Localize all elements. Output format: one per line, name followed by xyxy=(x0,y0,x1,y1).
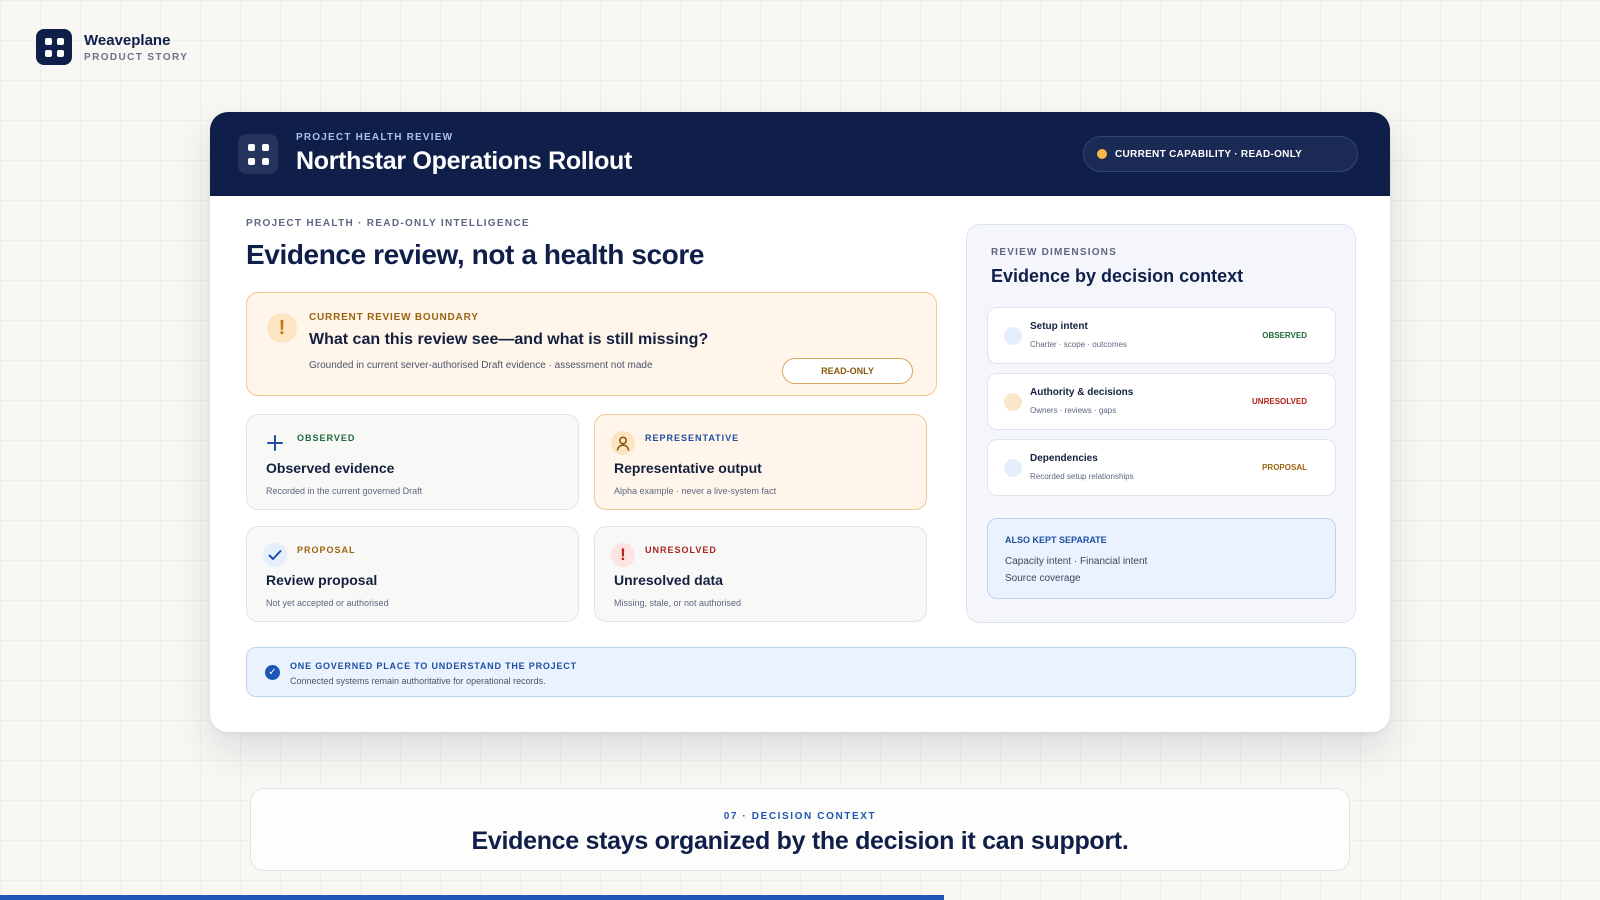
boundary-subtitle: Grounded in current server-authorised Dr… xyxy=(309,360,653,371)
capability-pill-label: CURRENT CAPABILITY · READ-ONLY xyxy=(1115,148,1303,160)
plus-icon xyxy=(263,431,287,455)
panel-eyebrow: REVIEW DIMENSIONS xyxy=(991,247,1117,258)
review-dimensions-panel: REVIEW DIMENSIONS Evidence by decision c… xyxy=(966,224,1356,623)
boundary-eyebrow: CURRENT REVIEW BOUNDARY xyxy=(309,312,479,323)
dimension-subtitle: Recorded setup relationships xyxy=(1030,472,1134,481)
check-circle-icon: ✓ xyxy=(265,665,280,680)
kept-separate-title: ALSO KEPT SEPARATE xyxy=(1005,535,1107,545)
tile-title: Review proposal xyxy=(266,572,378,588)
dimension-item-dependencies[interactable]: Dependencies Recorded setup relationship… xyxy=(987,439,1336,496)
tile-title: Representative output xyxy=(614,460,762,476)
governed-subtitle: Connected systems remain authoritative f… xyxy=(290,676,546,686)
governed-title: ONE GOVERNED PLACE TO UNDERSTAND THE PRO… xyxy=(290,661,577,671)
story-progress-bar xyxy=(0,895,1600,900)
tile-eyebrow: REPRESENTATIVE xyxy=(645,433,740,443)
exclamation-icon: ! xyxy=(611,543,635,567)
section-title: Evidence review, not a health score xyxy=(246,239,705,270)
boundary-title: What can this review see—and what is sti… xyxy=(309,331,709,348)
status-badge: PROPOSAL xyxy=(1262,463,1307,472)
brand-logo-icon xyxy=(36,29,72,65)
status-dot-icon xyxy=(1004,393,1022,411)
project-health-card: PROJECT HEALTH REVIEW Northstar Operatio… xyxy=(210,112,1390,732)
dimension-subtitle: Charter · scope · outcomes xyxy=(1030,340,1127,349)
kept-separate-line: Capacity intent · Financial intent xyxy=(1005,556,1148,567)
unresolved-data-tile[interactable]: ! UNRESOLVED Unresolved data Missing, st… xyxy=(594,526,927,622)
brand-name: Weaveplane xyxy=(84,31,171,49)
person-icon xyxy=(611,431,635,455)
header-eyebrow: PROJECT HEALTH REVIEW xyxy=(296,132,454,143)
section-eyebrow: PROJECT HEALTH · READ-ONLY INTELLIGENCE xyxy=(246,218,530,229)
kept-separate-box: ALSO KEPT SEPARATE Capacity intent · Fin… xyxy=(987,518,1336,599)
capability-pill: CURRENT CAPABILITY · READ-ONLY xyxy=(1083,136,1358,172)
governed-banner: ✓ ONE GOVERNED PLACE TO UNDERSTAND THE P… xyxy=(246,647,1356,697)
dimension-item-setup-intent[interactable]: Setup intent Charter · scope · outcomes … xyxy=(987,307,1336,364)
tile-subtitle: Recorded in the current governed Draft xyxy=(266,486,423,496)
tile-subtitle: Alpha example · never a live-system fact xyxy=(614,486,777,496)
story-caption: Evidence stays organized by the decision… xyxy=(471,827,1129,855)
dimension-name: Authority & decisions xyxy=(1030,387,1134,398)
project-title: Northstar Operations Rollout xyxy=(296,147,633,175)
panel-title: Evidence by decision context xyxy=(991,266,1244,286)
kept-separate-line: Source coverage xyxy=(1005,573,1081,584)
dimension-subtitle: Owners · reviews · gaps xyxy=(1030,406,1117,415)
read-only-button[interactable]: READ-ONLY xyxy=(782,358,913,384)
status-badge: OBSERVED xyxy=(1262,331,1307,340)
status-dot-icon xyxy=(1097,149,1107,159)
warning-icon: ! xyxy=(267,313,297,343)
tile-subtitle: Missing, stale, or not authorised xyxy=(614,598,742,608)
check-icon xyxy=(263,543,287,567)
observed-evidence-tile[interactable]: OBSERVED Observed evidence Recorded in t… xyxy=(246,414,579,510)
dimension-name: Setup intent xyxy=(1030,321,1088,332)
status-badge: UNRESOLVED xyxy=(1252,397,1307,406)
tile-eyebrow: PROPOSAL xyxy=(297,545,356,555)
status-dot-icon xyxy=(1004,327,1022,345)
card-header: PROJECT HEALTH REVIEW Northstar Operatio… xyxy=(210,112,1390,196)
story-step-label: 07 · DECISION CONTEXT xyxy=(723,811,877,822)
status-dot-icon xyxy=(1004,459,1022,477)
tile-title: Unresolved data xyxy=(614,572,723,588)
brand-block[interactable]: Weaveplane PRODUCT STORY xyxy=(36,29,188,65)
representative-output-tile[interactable]: REPRESENTATIVE Representative output Alp… xyxy=(594,414,927,510)
story-caption-card: 07 · DECISION CONTEXT Evidence stays org… xyxy=(250,788,1350,871)
review-proposal-tile[interactable]: PROPOSAL Review proposal Not yet accepte… xyxy=(246,526,579,622)
tile-subtitle: Not yet accepted or authorised xyxy=(266,598,389,608)
tile-title: Observed evidence xyxy=(266,460,395,476)
dimension-name: Dependencies xyxy=(1030,453,1098,464)
project-grid-icon xyxy=(238,134,278,174)
tile-eyebrow: OBSERVED xyxy=(297,433,356,443)
tile-eyebrow: UNRESOLVED xyxy=(645,545,717,555)
dimension-item-authority[interactable]: Authority & decisions Owners · reviews ·… xyxy=(987,373,1336,430)
review-boundary-callout: ! CURRENT REVIEW BOUNDARY What can this … xyxy=(246,292,937,396)
story-progress-fill xyxy=(0,895,944,900)
brand-subtitle: PRODUCT STORY xyxy=(84,51,189,63)
